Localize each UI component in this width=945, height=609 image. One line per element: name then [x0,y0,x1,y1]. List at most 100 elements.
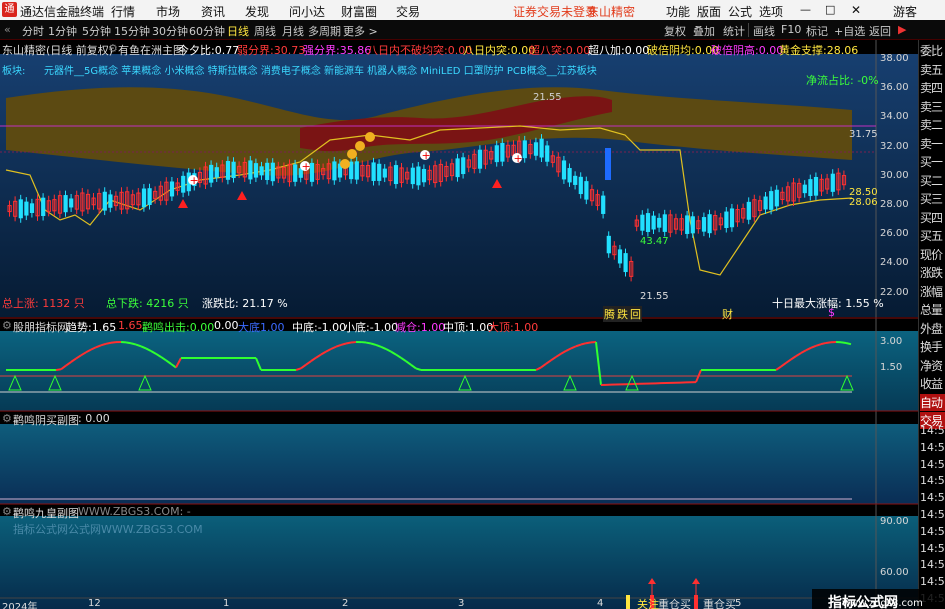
sidebar-item[interactable]: 涨跌 [920,264,945,281]
tool-add-favorite[interactable]: +自选 [834,23,865,39]
period-monthly[interactable]: 月线 [282,23,304,39]
sidebar-item[interactable]: 买三 [920,190,945,207]
candle-body [354,161,359,180]
menu-item-gongneng[interactable]: 功能 [666,3,690,20]
tool-biaoji[interactable]: 标记 [806,23,828,39]
close-button[interactable]: ✕ [851,3,861,17]
panel4-title[interactable]: 鹳鸣九皇副图 [13,505,79,521]
sidebar-item[interactable]: 卖一 [920,135,945,152]
menu-item-hangqing[interactable]: 行情 [111,3,135,20]
sidebar-item[interactable]: 自动 [920,393,945,411]
menu-item-caifuquan[interactable]: 财富圈 [341,3,377,20]
sidebar-item[interactable]: 换手 [920,338,945,355]
quote-sidebar: 委比卖五 卖四卖三 卖二卖一 买一买二 买三买四 买五现价 涨跌涨幅 总量外盘 换手净资 收益 自动… [918,40,945,609]
tool-diejia[interactable]: 叠加 [693,23,715,39]
tool-f10[interactable]: F10 [781,23,801,36]
menu-item-shichang[interactable]: 市场 [156,3,180,20]
menu-item-jiaoyi[interactable]: 交易 [396,3,420,20]
sidebar-item[interactable]: 买二 [920,172,945,189]
candle-body [724,211,729,229]
candle-body [808,179,813,196]
tool-huaxian[interactable]: 画线 [753,23,775,39]
settings-icon[interactable]: ⚙ [2,505,12,518]
candle-body [41,197,46,217]
indicator-name[interactable]: 有鱼在洲主图 [118,42,184,58]
panel3-title[interactable]: 鹳鸣阴买副图 [13,412,79,428]
period-daily[interactable]: 日线 [227,23,249,39]
maximize-button[interactable]: □ [825,3,835,16]
ghost-label: 21.55 [533,92,562,103]
candle-body [63,195,68,213]
sidebar-item[interactable]: 外盘 [920,320,945,337]
period-5min[interactable]: 5分钟 [82,23,111,39]
signal-bar [605,148,611,180]
settings-icon[interactable]: ⚙ [108,42,118,55]
panel2-title[interactable]: 股朋指标网 [13,319,68,335]
sidebar-item[interactable]: 卖三 [920,98,945,115]
candle-body [746,201,751,220]
event-mark[interactable]: 跌 [616,306,629,322]
candle-body [830,173,835,192]
event-mark[interactable]: 腾 [603,306,616,322]
candle-body [108,194,113,208]
settings-icon[interactable]: ⚙ [2,319,12,332]
sidebar-item[interactable]: 买五 [920,227,945,244]
event-mark[interactable]: 回 [629,306,642,322]
plus-icon: + [422,149,431,162]
period-fenshi[interactable]: 分时 [22,23,44,39]
sidebar-item[interactable]: 买四 [920,209,945,226]
candle-body [640,214,645,231]
period-toolbar: « 分时 1分钟 5分钟 15分钟 30分钟 60分钟 日线 周线 月线 多周期… [0,20,945,40]
sidebar-item[interactable]: 委比 [920,42,945,59]
candle-body [707,214,712,234]
menu-item-banmian[interactable]: 版面 [697,3,721,20]
sidebar-item[interactable]: 收益 [920,375,945,392]
minimize-button[interactable]: — [800,3,811,16]
period-multi[interactable]: 多周期 [308,23,341,39]
menu-item-xuanxiang[interactable]: 选项 [759,3,783,20]
chart-area[interactable]: + + + + 东山精密(日线 前复权) ⚙ 有鱼在洲主图 今夕比:0.77 弱分界:3… [0,40,918,609]
menu-item-wenxiaoda[interactable]: 问小达 [289,3,325,20]
period-more[interactable]: 更多 > [343,23,378,39]
tool-fuquan[interactable]: 复权 [664,23,686,39]
sidebar-item[interactable]: 卖五 [920,61,945,78]
event-mark[interactable]: 财 [722,306,733,322]
candle-body [455,158,460,178]
sidebar-item[interactable]: 买一 [920,153,945,170]
sidebar-item[interactable]: 总量 [920,301,945,318]
period-weekly[interactable]: 周线 [254,23,276,39]
period-15min[interactable]: 15分钟 [114,23,150,39]
period-30min[interactable]: 30分钟 [152,23,188,39]
tool-back[interactable]: 返回 [869,23,891,39]
tool-tongji[interactable]: 统计 [723,23,745,39]
settings-icon[interactable]: ⚙ [2,412,12,425]
menu-item-zixun[interactable]: 资讯 [201,3,225,20]
trend-segment [580,342,587,346]
chevron-left-icon[interactable]: « [4,23,11,36]
sidebar-item[interactable]: 涨幅 [920,283,945,300]
coin-icon [365,132,375,142]
candle-body [533,142,539,156]
candle-body [584,181,589,200]
candle-body [606,235,611,254]
trend-segment [345,341,352,345]
event-mark[interactable]: $ [828,306,835,319]
menu-item-gongshi[interactable]: 公式 [728,3,752,20]
coin-icon [355,141,365,151]
period-60min[interactable]: 60分钟 [189,23,225,39]
plus-icon: + [190,174,199,187]
period-1min[interactable]: 1分钟 [48,23,77,39]
guest-label[interactable]: 游客 [893,3,917,20]
price-axis-label: 30.00 [880,169,909,181]
candle-body [477,149,483,169]
sidebar-item[interactable]: 卖二 [920,116,945,133]
candle-body [231,161,236,179]
candle-body [209,164,214,183]
sidebar-toggle-icon[interactable]: ▶ [898,23,906,36]
trend-segment [110,341,117,344]
sidebar-item[interactable]: 现价 [920,246,945,263]
menu-item-faxian[interactable]: 发现 [245,3,269,20]
sidebar-item[interactable]: 卖四 [920,79,945,96]
trade-login-warning[interactable]: 证券交易未登录 [513,3,597,20]
sidebar-item[interactable]: 净资 [920,357,945,374]
